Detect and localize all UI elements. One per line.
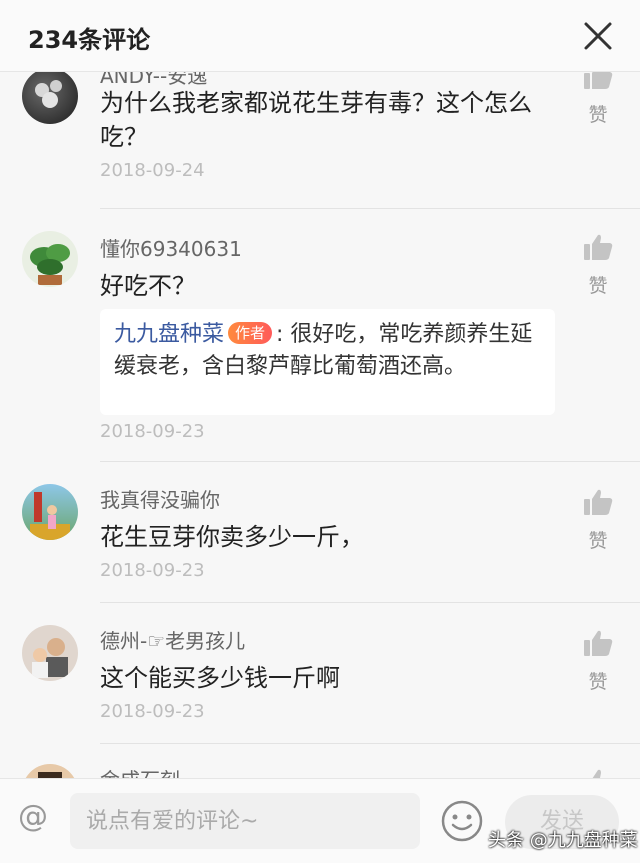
watermark: 头条 @九九盘种菜 [488,830,638,851]
comment-date: 2018-09-24 [100,160,205,181]
avatar[interactable] [22,764,78,778]
thumbs-up-icon [584,234,613,260]
thumbs-up-icon [584,489,613,515]
like-label: 赞 [588,104,608,126]
comment-text: 为什么我老家都说花生芽有毒？这个怎么吃？ [100,89,532,151]
avatar[interactable] [22,484,78,540]
thumbs-up-icon [584,72,613,89]
comment-username[interactable]: 德州-☞老男孩儿 [100,625,245,654]
comment-input[interactable] [70,793,420,849]
comment-item: 懂你69340631 好吃不？ 九九盘种菜 作者: 很好吃，常吃养颜养生延缓衰老，… [0,209,640,462]
author-badge: 作者 [228,322,273,344]
like-label: 赞 [588,530,608,552]
avatar-image [35,80,62,108]
thumbs-up-icon [592,769,610,778]
reply-author-name[interactable]: 九九盘种菜 [114,322,224,347]
comment-text: 好吃不？ [100,272,196,300]
comment-item: 我真得没骗你 花生豆芽你卖多少一斤， 2018-09-23 赞 [0,462,640,603]
comment-item: 金成石刻 [0,744,640,778]
comment-text: 这个能买多少钱一斤啊 [100,664,340,692]
comment-date: 2018-09-23 [100,560,205,581]
avatar[interactable] [22,72,78,124]
avatar[interactable] [22,231,78,287]
comment-username[interactable]: 懂你69340631 [100,233,242,262]
comment-item: 德州-☞老男孩儿 这个能买多少钱一斤啊 2018-09-23 赞 [0,603,640,744]
like-button[interactable] [576,768,620,778]
like-button[interactable]: 赞 [576,488,620,553]
avatar-image [30,492,70,540]
comment-username[interactable]: 我真得没骗你 [100,484,220,513]
like-label: 赞 [588,275,608,297]
avatar-image [38,772,62,778]
smiley-icon[interactable] [440,799,484,843]
thumbs-up-icon [584,630,613,656]
like-button[interactable]: 赞 [576,629,620,694]
avatar-image [30,244,70,285]
comments-count-title: 234条评论 [28,26,151,54]
comments-header: 234条评论 [0,0,640,72]
comment-item: ANDY--安逸 为什么我老家都说花生芽有毒？这个怎么吃？ 2018-09-24… [0,72,640,209]
avatar-image [32,638,68,678]
comment-date: 2018-09-23 [100,421,205,442]
like-button[interactable]: 赞 [576,72,620,127]
mention-icon[interactable]: @ [18,799,48,834]
like-label: 赞 [588,671,608,693]
author-reply: 九九盘种菜 作者: 很好吃，常吃养颜养生延缓衰老，含白黎芦醇比葡萄酒还高。 [100,309,555,415]
avatar[interactable] [22,625,78,681]
close-icon[interactable] [578,16,618,56]
comment-list[interactable]: ANDY--安逸 为什么我老家都说花生芽有毒？这个怎么吃？ 2018-09-24… [0,72,640,778]
comment-text: 花生豆芽你卖多少一斤， [100,523,364,551]
like-button[interactable]: 赞 [576,233,620,298]
comment-username[interactable]: 金成石刻 [100,764,180,778]
comment-date: 2018-09-23 [100,701,205,722]
